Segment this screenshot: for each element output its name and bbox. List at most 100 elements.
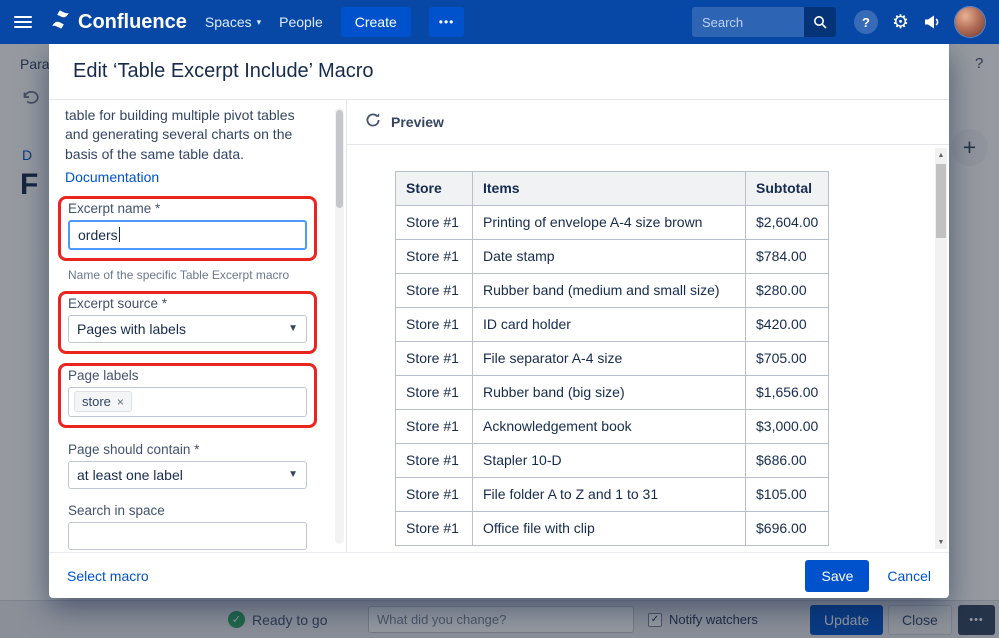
page-contain-group: Page should contain * at least one label… xyxy=(68,442,316,489)
documentation-link[interactable]: Documentation xyxy=(65,169,159,185)
table-row: Store #1 Stapler 10-D $686.00 xyxy=(395,443,830,478)
label-chip-text: store xyxy=(82,394,111,410)
table-cell: Stapler 10-D xyxy=(472,443,746,478)
table-cell: $105.00 xyxy=(744,477,830,512)
column-header: Subtotal xyxy=(744,171,830,206)
page-labels-input[interactable]: store × xyxy=(68,386,307,417)
create-button[interactable]: Create xyxy=(340,7,411,37)
search-space-input[interactable] xyxy=(68,521,307,550)
excerpt-source-value: Pages with labels xyxy=(77,320,186,337)
help-icon[interactable]: ? xyxy=(853,10,878,34)
excerpt-source-select[interactable]: Pages with labels ▼ xyxy=(68,314,307,343)
refresh-icon[interactable] xyxy=(365,112,381,133)
preview-header: Preview xyxy=(347,100,949,145)
user-avatar[interactable] xyxy=(955,7,985,37)
table-cell: Date stamp xyxy=(472,239,746,274)
preview-title: Preview xyxy=(391,114,444,130)
nav-people[interactable]: People xyxy=(279,14,323,30)
select-macro-link[interactable]: Select macro xyxy=(67,568,149,584)
table-cell: Store #1 xyxy=(395,341,473,376)
table-cell: $696.00 xyxy=(744,511,830,546)
table-cell: $705.00 xyxy=(744,341,830,376)
table-cell: Office file with clip xyxy=(472,511,746,546)
table-row: Store #1 Office file with clip $696.00 xyxy=(395,511,830,546)
nav-more-button[interactable]: ••• xyxy=(428,7,465,37)
navbar-icons: ? ⚙ xyxy=(853,7,985,37)
highlight-box-excerpt-name: Excerpt name * orders xyxy=(58,195,317,261)
dialog-footer: Select macro Save Cancel xyxy=(49,552,949,598)
page-contain-select[interactable]: at least one label ▼ xyxy=(68,460,307,489)
dialog-title: Edit ‘Table Excerpt Include’ Macro xyxy=(73,60,374,82)
table-cell: Store #1 xyxy=(395,205,473,240)
scroll-down-icon[interactable]: ▼ xyxy=(935,535,947,549)
page-contain-value: at least one label xyxy=(77,466,183,483)
search-space-label: Search in space xyxy=(68,502,165,518)
highlight-box-page-labels: Page labels store × xyxy=(58,362,317,428)
global-search xyxy=(691,7,836,37)
dropdown-arrow-icon: ▼ xyxy=(288,469,298,481)
nav-people-label: People xyxy=(279,14,323,30)
table-cell: $2,604.00 xyxy=(744,205,830,240)
table-cell: ID card holder xyxy=(472,307,746,342)
confluence-brand[interactable]: Confluence xyxy=(50,9,187,36)
excerpt-name-help: Name of the specific Table Excerpt macro xyxy=(68,267,290,282)
hamburger-menu-icon[interactable] xyxy=(14,16,32,28)
macro-description: table for building multiple pivot tables… xyxy=(65,107,295,162)
app-navbar: Confluence Spaces ▾ People Create ••• ? … xyxy=(0,0,999,44)
table-row: Store #1 File separator A-4 size $705.00 xyxy=(395,341,830,376)
table-cell: Rubber band (big size) xyxy=(472,375,746,410)
settings-scrollbar-thumb[interactable] xyxy=(336,110,343,208)
preview-table: Store Items Subtotal Store #1 Printing of e… xyxy=(395,171,830,546)
table-cell: Store #1 xyxy=(395,409,473,444)
megaphone-icon[interactable] xyxy=(923,14,941,30)
table-row: Store #1 ID card holder $420.00 xyxy=(395,307,830,342)
table-row: Store #1 Printing of envelope A-4 size br… xyxy=(395,205,830,240)
cancel-button[interactable]: Cancel xyxy=(887,568,931,584)
table-row: Store #1 Rubber band (big size) $1,656.00 xyxy=(395,375,830,410)
chevron-down-icon: ▾ xyxy=(256,16,262,27)
excerpt-name-label: Excerpt name * xyxy=(68,200,161,216)
table-row: Store #1 File folder A to Z and 1 to 31 $1… xyxy=(395,477,830,512)
table-cell: $420.00 xyxy=(744,307,830,342)
table-cell: File separator A-4 size xyxy=(472,341,746,376)
text-cursor xyxy=(118,227,120,243)
table-row: Store #1 Acknowledgement book $3,000.00 xyxy=(395,409,830,444)
search-input[interactable] xyxy=(691,7,804,37)
excerpt-source-label: Excerpt source * xyxy=(68,295,168,311)
search-space-group: Search in space xyxy=(68,503,316,550)
search-icon[interactable] xyxy=(803,7,836,37)
label-chip[interactable]: store × xyxy=(74,391,132,413)
remove-tag-icon[interactable]: × xyxy=(117,395,124,409)
preview-panel: Preview Store Items Subtotal Store #1 Print… xyxy=(347,100,949,552)
confluence-logo-icon xyxy=(50,9,71,36)
table-cell: Store #1 xyxy=(395,443,473,478)
preview-scrollbar-thumb[interactable] xyxy=(936,164,946,238)
nav-spaces[interactable]: Spaces ▾ xyxy=(205,14,261,30)
dialog-header: Edit ‘Table Excerpt Include’ Macro xyxy=(49,44,949,100)
preview-content: Store Items Subtotal Store #1 Printing of e… xyxy=(347,145,949,552)
table-cell: Rubber band (medium and small size) xyxy=(472,273,746,308)
table-cell: Store #1 xyxy=(395,239,473,274)
save-button[interactable]: Save xyxy=(805,559,870,592)
preview-scrollbar[interactable]: ▲ ▼ xyxy=(935,148,947,549)
brand-name: Confluence xyxy=(78,10,187,33)
column-header: Store xyxy=(395,171,473,206)
screen: Confluence Spaces ▾ People Create ••• ? … xyxy=(0,0,999,638)
preview-table-body: Store #1 Printing of envelope A-4 size br… xyxy=(395,205,830,546)
table-cell: File folder A to Z and 1 to 31 xyxy=(472,477,746,512)
table-cell: Printing of envelope A-4 size brown xyxy=(472,205,746,240)
gear-icon[interactable]: ⚙ xyxy=(892,13,909,32)
page-contain-label: Page should contain * xyxy=(68,441,200,457)
page-labels-label: Page labels xyxy=(68,367,139,383)
table-cell: Store #1 xyxy=(395,511,473,546)
scroll-up-icon[interactable]: ▲ xyxy=(935,148,947,162)
table-row: Store #1 Date stamp $784.00 xyxy=(395,239,830,274)
table-cell: Store #1 xyxy=(395,273,473,308)
excerpt-name-value: orders xyxy=(78,226,118,243)
excerpt-name-input[interactable]: orders xyxy=(68,219,307,250)
nav-spaces-label: Spaces xyxy=(204,14,252,30)
table-cell: Acknowledgement book xyxy=(472,409,746,444)
settings-scrollbar[interactable] xyxy=(335,108,344,544)
table-cell: $686.00 xyxy=(744,443,830,478)
edit-macro-dialog: Edit ‘Table Excerpt Include’ Macro table… xyxy=(49,44,949,598)
